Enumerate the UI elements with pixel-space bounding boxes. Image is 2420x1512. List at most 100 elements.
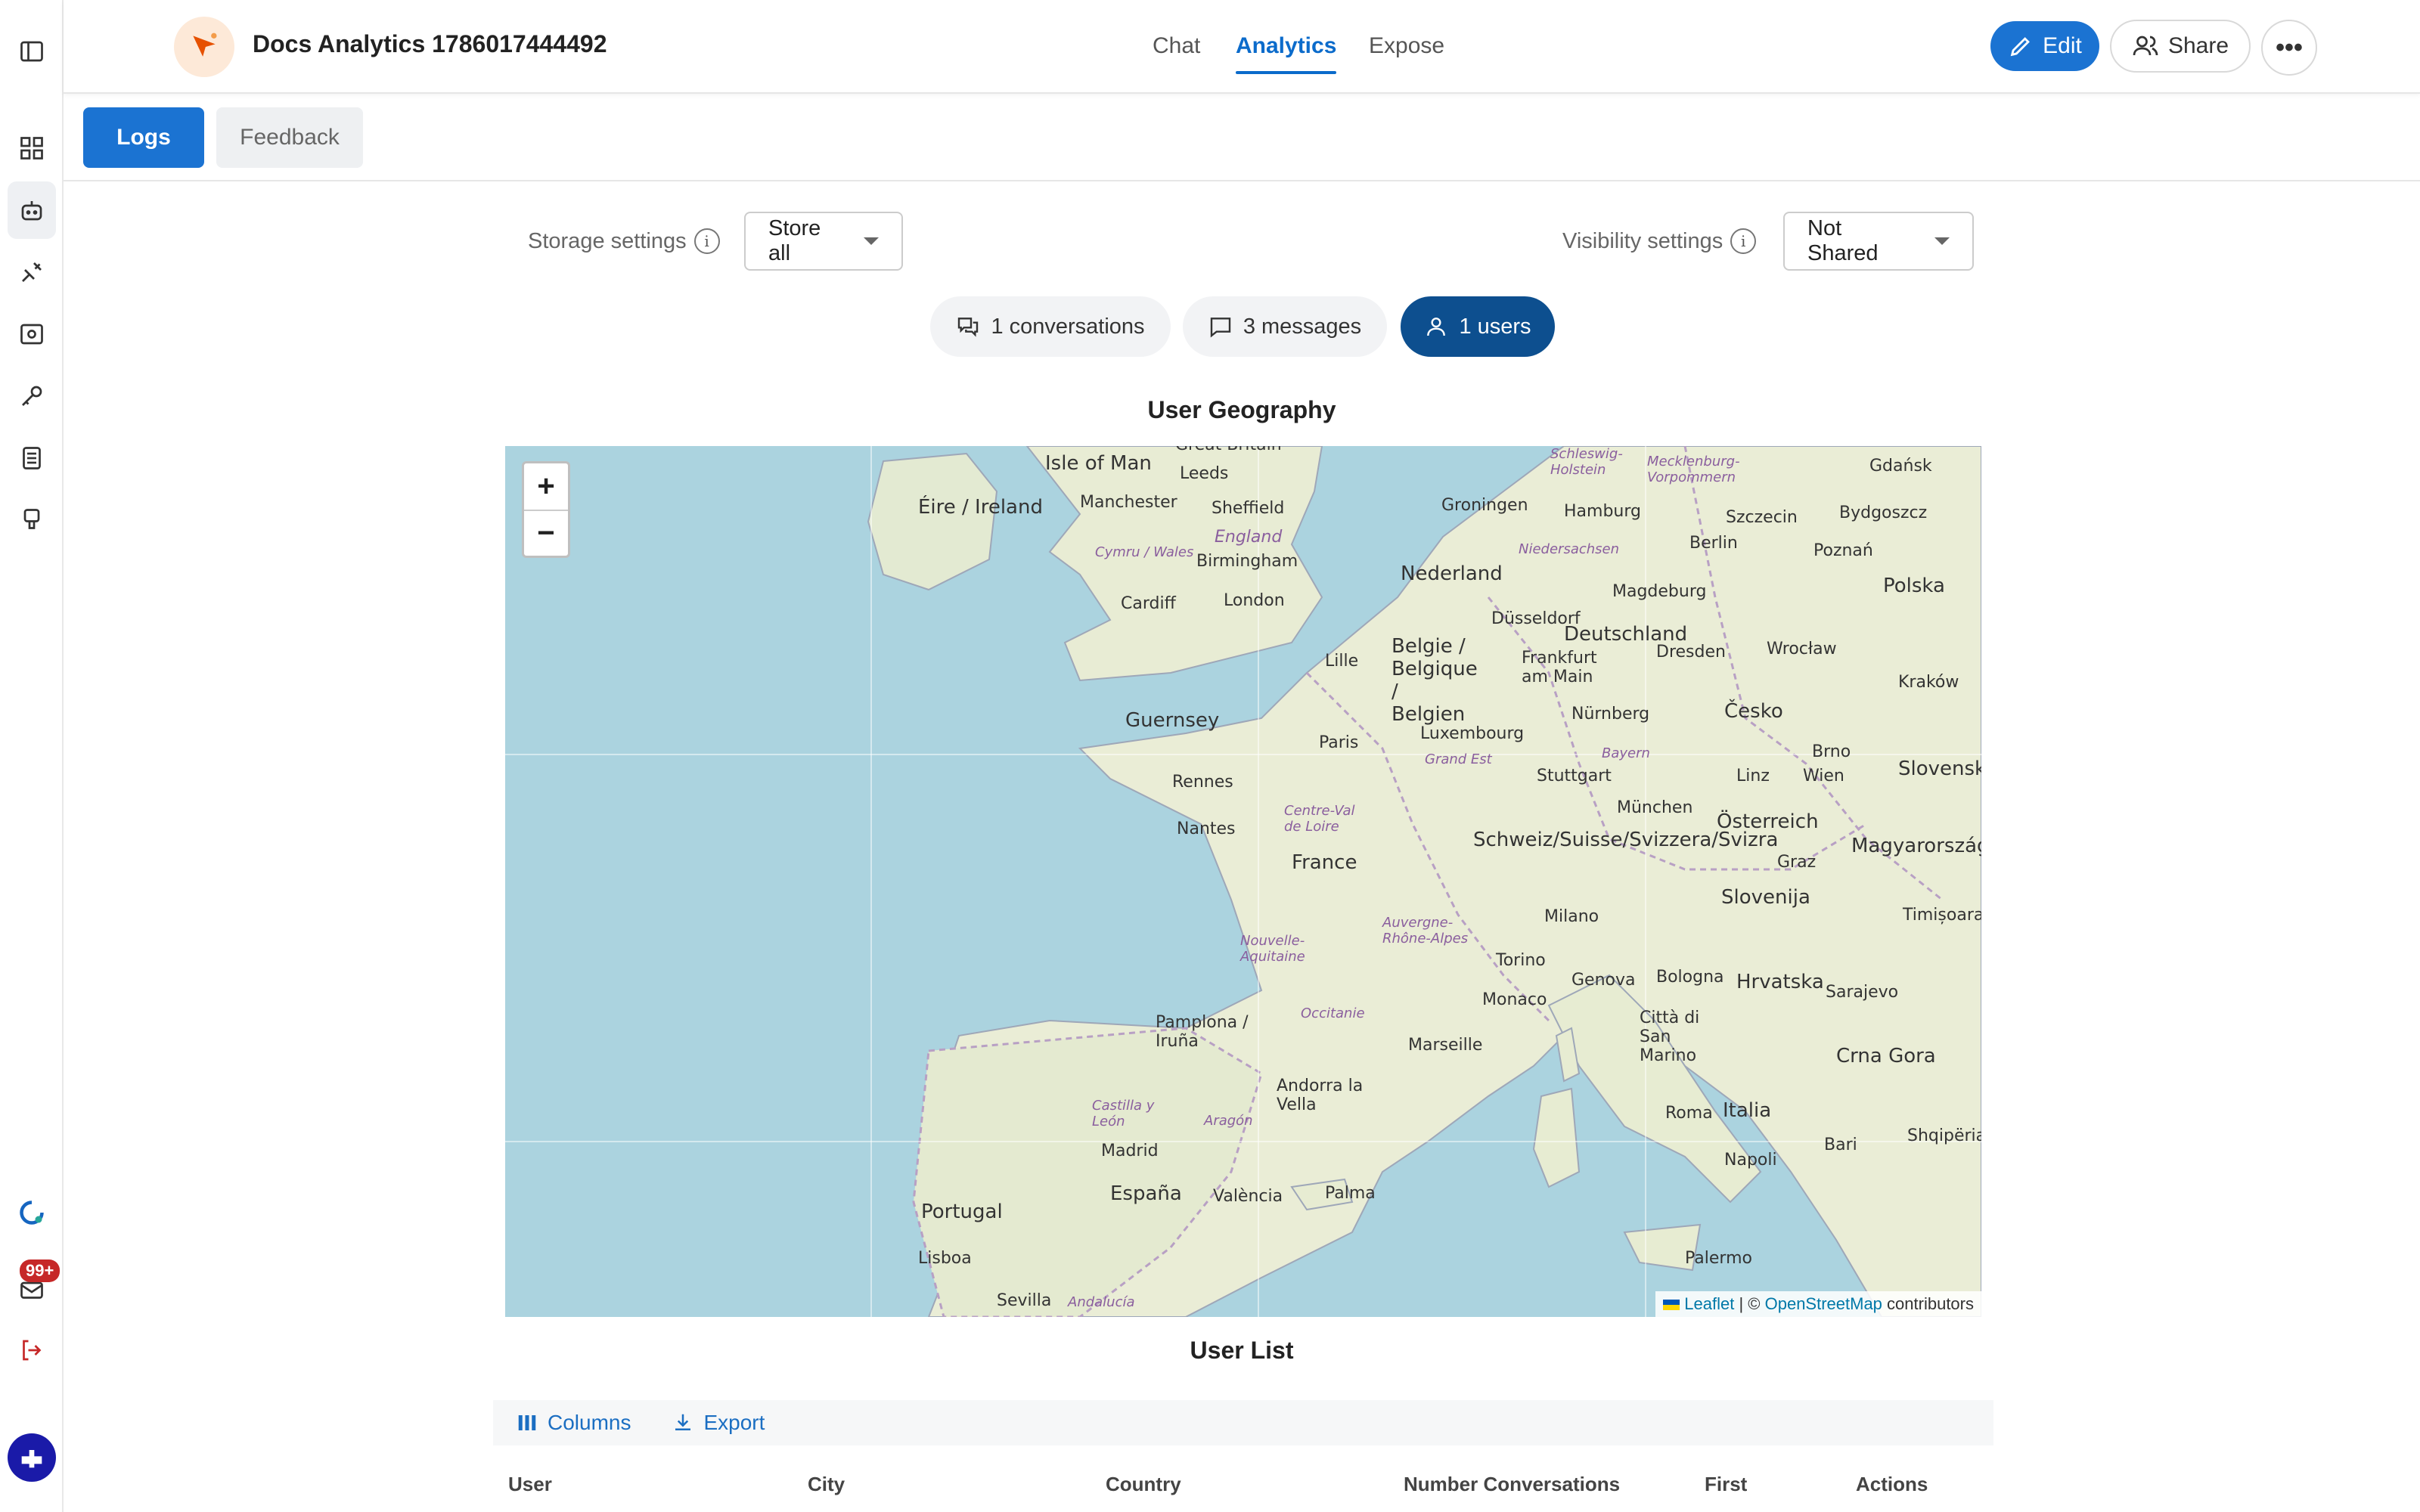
column-header[interactable]: Country xyxy=(1106,1473,1181,1496)
conversations-count: 1 conversations xyxy=(991,314,1145,339)
column-header[interactable]: City xyxy=(808,1473,845,1496)
map-label: Paris xyxy=(1319,733,1359,752)
user-list-title: User List xyxy=(1190,1337,1294,1364)
tab-logs[interactable]: Logs xyxy=(83,107,204,168)
dashboard-icon[interactable] xyxy=(15,132,48,165)
bot-icon[interactable] xyxy=(8,181,56,239)
map-label: Isle of Man xyxy=(1045,452,1152,475)
column-header[interactable]: Actions xyxy=(1856,1473,1928,1496)
zoom-in-button[interactable]: + xyxy=(524,463,568,510)
more-options-button[interactable]: ••• xyxy=(2261,20,2317,76)
map-label: Sheffield xyxy=(1212,499,1285,518)
storage-select-value: Store all xyxy=(768,216,821,265)
map-label: Centre-Val de Loire xyxy=(1284,803,1355,835)
attribution-contributors: contributors xyxy=(1887,1294,1974,1313)
message-icon xyxy=(1210,318,1231,338)
map-label: Frankfurt am Main xyxy=(1522,649,1597,686)
avatar[interactable] xyxy=(8,1433,56,1482)
map-label: Città di San Marino xyxy=(1640,1009,1700,1065)
users-chip[interactable]: 1 users xyxy=(1401,296,1555,357)
map-label: Brno xyxy=(1812,742,1851,761)
map-label: Nantes xyxy=(1177,820,1236,838)
tab-expose[interactable]: Expose xyxy=(1369,33,1444,59)
storage-settings: Storage settings i xyxy=(528,228,720,254)
map-label: Palermo xyxy=(1685,1249,1752,1268)
map-label: Castilla y León xyxy=(1092,1098,1155,1129)
openstreetmap-link[interactable]: OpenStreetMap xyxy=(1765,1294,1882,1313)
column-header[interactable]: First xyxy=(1705,1473,1747,1496)
map-label: Great Britain xyxy=(1175,446,1282,454)
app-logo xyxy=(174,17,234,77)
map-label: Slovenija xyxy=(1721,886,1810,909)
map-label: Stuttgart xyxy=(1537,767,1612,785)
edit-button[interactable]: Edit xyxy=(1990,21,2099,71)
map-label: Dresden xyxy=(1656,643,1726,662)
leaflet-link[interactable]: Leaflet xyxy=(1684,1294,1734,1313)
chevron-down-icon xyxy=(1934,237,1950,245)
map-label: München xyxy=(1617,798,1693,817)
logout-icon[interactable] xyxy=(15,1334,48,1367)
share-button[interactable]: Share xyxy=(2110,20,2251,73)
visibility-select[interactable]: Not Shared xyxy=(1783,212,1974,271)
map-label: Andalucía xyxy=(1068,1294,1135,1310)
visibility-settings-label: Visibility settings xyxy=(1562,228,1723,253)
map-label: France xyxy=(1292,851,1357,874)
storage-select[interactable]: Store all xyxy=(744,212,903,271)
chevron-down-icon xyxy=(864,237,879,245)
map-label: Schleswig-Holstein xyxy=(1550,446,1623,478)
map-label: Grand Est xyxy=(1425,751,1492,767)
tab-chat[interactable]: Chat xyxy=(1153,33,1200,59)
map-label: Wrocław xyxy=(1767,640,1837,658)
scan-icon[interactable] xyxy=(15,318,48,351)
conversations-chip[interactable]: 1 conversations xyxy=(930,296,1171,357)
messages-count: 3 messages xyxy=(1243,314,1362,339)
map-label: Rennes xyxy=(1172,773,1233,792)
column-header[interactable]: Number Conversations xyxy=(1404,1473,1620,1496)
map-label: Lille xyxy=(1325,652,1359,671)
notification-badge: 99+ xyxy=(20,1259,60,1282)
tab-analytics[interactable]: Analytics xyxy=(1236,33,1337,74)
info-icon[interactable]: i xyxy=(1730,228,1757,254)
map-label: Belgie / Belgique / Belgien xyxy=(1392,635,1478,726)
brush-icon[interactable] xyxy=(15,503,48,537)
map-label: Roma xyxy=(1665,1104,1713,1123)
info-icon[interactable]: i xyxy=(693,228,720,254)
user-list-toolbar: Columns Export xyxy=(493,1400,1993,1445)
map-label: Poznań xyxy=(1813,541,1873,560)
map-label: Magyarország xyxy=(1851,835,1981,857)
storage-settings-label: Storage settings xyxy=(528,228,687,253)
users-count: 1 users xyxy=(1459,314,1531,339)
zoom-out-button[interactable]: − xyxy=(524,510,568,556)
users-icon xyxy=(2133,36,2158,56)
tab-feedback[interactable]: Feedback xyxy=(216,107,363,168)
map-label: Bari xyxy=(1824,1136,1857,1154)
book-icon[interactable] xyxy=(15,442,48,475)
map-label: Nederland xyxy=(1401,562,1503,585)
map-label: Madrid xyxy=(1101,1142,1159,1160)
map-label: Szczecin xyxy=(1726,508,1798,527)
map-label: Marseille xyxy=(1408,1036,1483,1055)
user-icon xyxy=(1427,318,1446,336)
help-icon[interactable] xyxy=(15,1196,48,1229)
map-label: España xyxy=(1110,1182,1182,1205)
geography-title: User Geography xyxy=(1147,396,1336,423)
map-label: Slovensko xyxy=(1898,758,1981,780)
map-label: Auvergne-Rhône-Alpes xyxy=(1382,915,1469,947)
visibility-select-value: Not Shared xyxy=(1807,216,1879,265)
map-label: Groningen xyxy=(1441,496,1528,515)
geography-map[interactable]: Isle of Man Éire / Ireland Manchester Le… xyxy=(505,446,1981,1317)
export-label: Export xyxy=(703,1411,765,1434)
column-header[interactable]: User xyxy=(508,1473,552,1496)
panel-toggle-icon[interactable] xyxy=(15,35,48,68)
map-label: Shqipëria xyxy=(1907,1126,1981,1145)
export-button[interactable]: Export xyxy=(672,1411,765,1435)
app-root: 99+ Docs Analytics 1786017444492 Chat An… xyxy=(0,0,2420,1512)
top-bar: Docs Analytics 1786017444492 Chat Analyt… xyxy=(64,0,2420,94)
visibility-settings: Visibility settings i xyxy=(1562,228,1757,254)
columns-button[interactable]: Columns xyxy=(516,1411,631,1435)
messages-chip[interactable]: 3 messages xyxy=(1183,296,1387,357)
key-icon[interactable] xyxy=(15,380,48,413)
plug-icon[interactable] xyxy=(15,256,48,289)
map-label: Hamburg xyxy=(1564,502,1641,521)
map-label: Monaco xyxy=(1482,990,1547,1009)
